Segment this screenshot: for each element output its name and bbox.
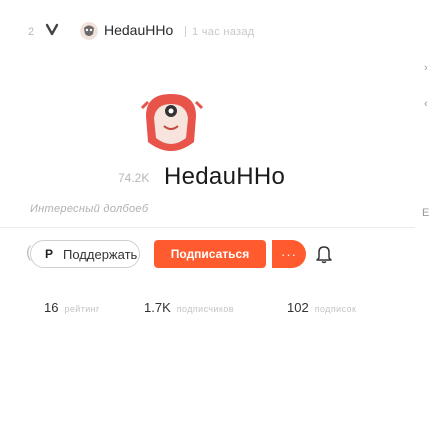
stat-subscriptions-label: подписок (314, 304, 357, 314)
support-button[interactable]: P Поддержать (30, 240, 140, 268)
left-chevron-icon[interactable]: ‹ (424, 98, 428, 110)
followers-count: 2 (28, 26, 35, 38)
stat-rating-value: 16 (44, 300, 59, 315)
bell-icon[interactable] (315, 244, 333, 264)
stat-rating-label: рейтинг (64, 304, 100, 314)
right-chevron-icon[interactable]: › (424, 62, 428, 74)
header-channel-name[interactable]: HedauHHo (104, 22, 173, 38)
heart-icon[interactable] (44, 22, 60, 38)
edge-letter: E (422, 207, 430, 219)
stat-rating[interactable]: 16 рейтинг (44, 300, 100, 315)
followers-total: 74.2K (118, 171, 150, 185)
profile-avatar[interactable] (134, 86, 208, 160)
more-options-button[interactable]: ··· (272, 240, 306, 268)
support-button-label: Поддержать (63, 246, 138, 262)
stat-subscriptions-value: 102 (287, 300, 309, 315)
profile-tagline: Интересный долбоеб (30, 203, 149, 215)
header-avatar[interactable] (80, 22, 98, 40)
more-icon: ··· (281, 246, 297, 262)
stat-subscribers[interactable]: 1.7K подписчиков (144, 300, 234, 315)
subscribe-button-label: Подписаться (170, 247, 250, 261)
header-separator (185, 26, 186, 37)
subscribe-button[interactable]: Подписаться (154, 240, 266, 268)
section-divider (0, 227, 415, 228)
profile-name: HedauHHo (164, 163, 286, 190)
stat-subscribers-label: подписчиков (176, 304, 234, 314)
stat-subscriptions[interactable]: 102 подписок (287, 300, 356, 315)
post-time: 1 час назад (192, 26, 255, 38)
stat-subscribers-value: 1.7K (144, 300, 171, 315)
patreon-icon: P (45, 247, 54, 261)
